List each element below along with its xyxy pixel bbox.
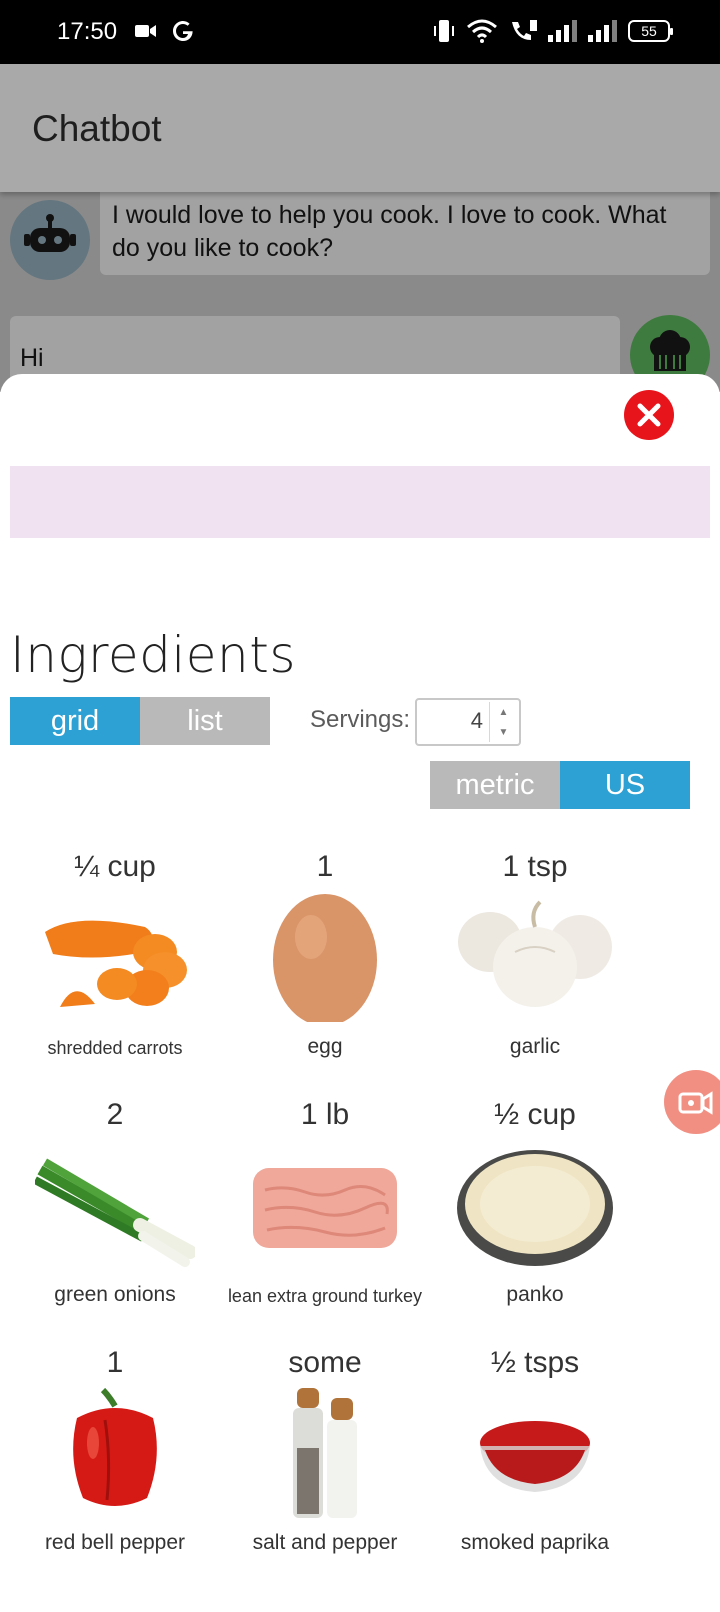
google-icon (173, 21, 193, 41)
wifi-calling-icon (512, 20, 537, 40)
servings-value[interactable]: 4 (471, 708, 483, 734)
app-title: Chatbot (32, 108, 162, 149)
vibrate-icon (434, 20, 454, 42)
ground-turkey-image (253, 1168, 397, 1248)
egg-image (273, 894, 377, 1022)
servings-stepper[interactable]: 4 ▲ ▼ (415, 698, 521, 746)
servings-spinner: ▲ ▼ (489, 702, 517, 742)
app-bar: Chatbot (0, 64, 720, 192)
ingredient-item[interactable]: 1 egg (220, 850, 430, 1098)
grid-view-button[interactable]: grid (10, 697, 140, 745)
metric-button[interactable]: metric (430, 761, 560, 809)
ingredient-item[interactable]: 1 red bell pepper (10, 1346, 220, 1594)
paprika-image (480, 1421, 590, 1492)
ingredients-title: Ingredients (10, 626, 296, 684)
ingredient-item[interactable]: some salt and pepper (220, 1346, 430, 1594)
close-icon (637, 403, 661, 427)
ingredient-item[interactable]: ½ tsps smoked paprika (430, 1346, 640, 1594)
ingredient-item[interactable]: 1 lb lean extra ground turkey (220, 1098, 430, 1346)
list-view-button[interactable]: list (140, 697, 270, 745)
us-button[interactable]: US (560, 761, 690, 809)
ingredient-quantity: ½ cup (494, 1098, 576, 1131)
signal-icon (548, 20, 577, 42)
carrot-image (45, 920, 187, 1007)
ingredient-name: smoked paprika (460, 1531, 610, 1554)
close-button[interactable] (624, 390, 674, 440)
banner-placeholder (10, 466, 710, 538)
ingredients-sheet: Ingredients grid list Servings: 4 ▲ ▼ me… (0, 374, 720, 1612)
battery-icon: 55 (628, 20, 673, 42)
bot-avatar (10, 200, 90, 280)
robot-icon (24, 214, 76, 252)
green-onion-image (35, 1158, 195, 1267)
ingredient-quantity: ¼ cup (74, 850, 156, 883)
garlic-image (458, 900, 612, 1007)
servings-label: Servings: (310, 706, 411, 733)
unit-toggle: metric US (430, 761, 690, 809)
video-record-icon (678, 1091, 713, 1115)
screen-record-button[interactable] (664, 1070, 720, 1134)
ingredient-item[interactable]: 1 tsp garlic (430, 850, 640, 1098)
ingredient-quantity: 1 (106, 1346, 124, 1379)
salt-pepper-image (293, 1388, 357, 1518)
wifi-icon (467, 19, 497, 43)
ingredient-item[interactable]: 2 green onions (10, 1098, 220, 1346)
ingredient-quantity: 1 lb (300, 1098, 350, 1131)
ingredient-quantity: 1 tsp (502, 850, 568, 883)
ingredient-quantity: 2 (106, 1098, 124, 1131)
ingredient-item[interactable]: ½ cup panko (430, 1098, 640, 1346)
ingredient-quantity: ½ tsps (490, 1346, 580, 1379)
panko-image (457, 1150, 613, 1266)
chat-area: I would love to help you cook. I love to… (0, 192, 720, 396)
bell-pepper-image (73, 1388, 157, 1506)
video-camera-icon (135, 25, 156, 37)
bot-message: I would love to help you cook. I love to… (100, 192, 710, 275)
view-toggle: grid list (10, 697, 270, 745)
ingredient-name: garlic (509, 1035, 561, 1058)
ingredient-quantity: some (288, 1346, 362, 1379)
ingredient-item[interactable]: ¼ cup shredded carrots (10, 850, 220, 1098)
ingredient-quantity: 1 (316, 850, 334, 883)
ingredient-name: panko (506, 1283, 564, 1306)
signal-icon-2 (588, 20, 617, 42)
status-time: 17:50 (57, 18, 118, 45)
status-bar: 17:50 55 (0, 0, 720, 64)
decrement-icon[interactable]: ▼ (490, 722, 517, 742)
increment-icon[interactable]: ▲ (490, 702, 517, 722)
